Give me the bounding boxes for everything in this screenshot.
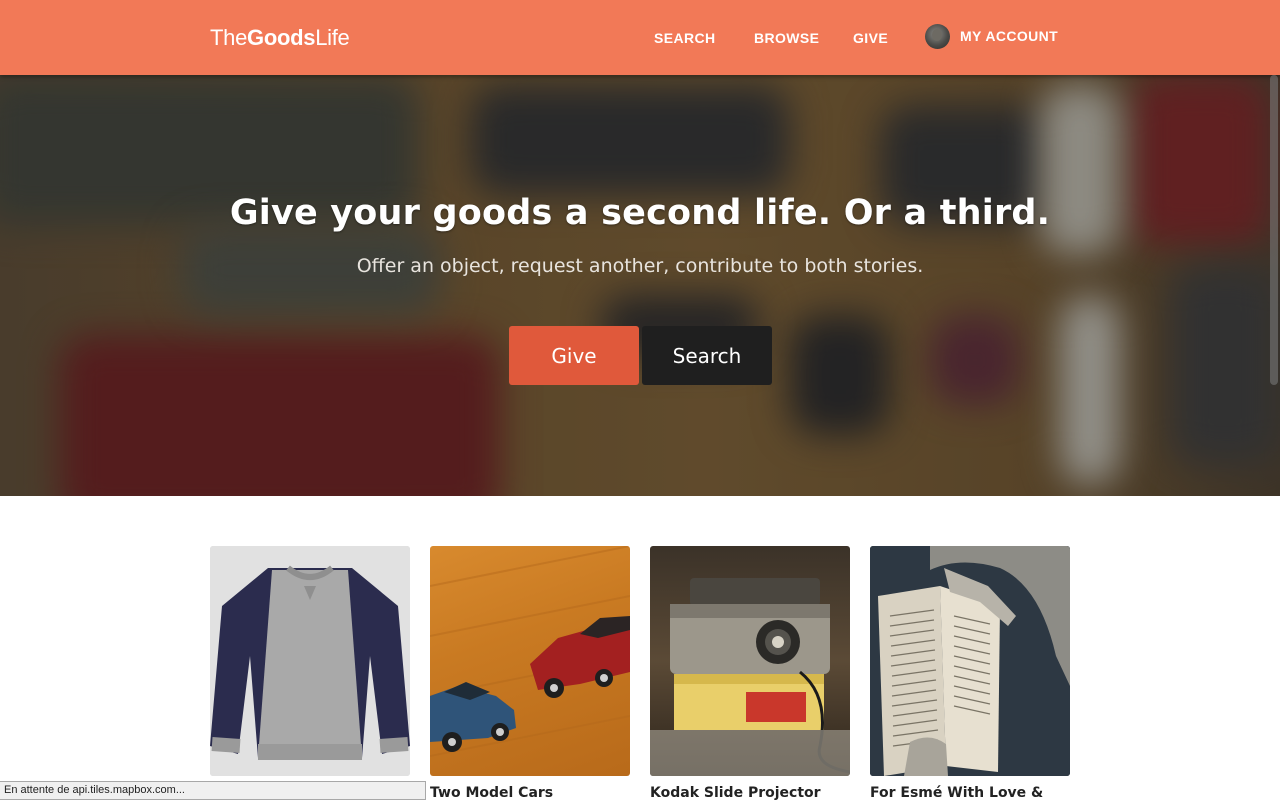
- nav-give-link[interactable]: GIVE: [853, 30, 888, 46]
- item-card-book[interactable]: For Esmé With Love &: [870, 546, 1070, 800]
- item-card-sweater[interactable]: [210, 546, 410, 785]
- nav-my-account-link[interactable]: MY ACCOUNT: [925, 24, 1058, 49]
- search-button[interactable]: Search: [642, 326, 772, 385]
- item-card-title: For Esmé With Love &: [870, 785, 1044, 800]
- avatar: [925, 24, 950, 49]
- item-card-title: Two Model Cars: [430, 785, 554, 800]
- hero-banner: Give your goods a second life. Or a thir…: [0, 75, 1280, 496]
- logo-goods: Goods: [247, 25, 316, 50]
- logo-life: Life: [315, 25, 350, 50]
- item-image-slide-projector: [650, 546, 850, 776]
- page-scrollbar[interactable]: [1270, 75, 1278, 385]
- item-card-model-cars[interactable]: Two Model Cars: [430, 546, 630, 800]
- item-image-book: [870, 546, 1070, 776]
- logo-the: The: [210, 25, 248, 50]
- item-card-title: Kodak Slide Projector: [650, 785, 821, 800]
- featured-items-grid: Two Model Cars Kodak Slide Projector For…: [0, 546, 1280, 800]
- hero-overlay: [0, 75, 1280, 496]
- item-image-sweater: [210, 546, 410, 776]
- hero-title: Give your goods a second life. Or a thir…: [229, 193, 1051, 233]
- top-navigation-bar: TheGoodsLife SEARCH BROWSE GIVE MY ACCOU…: [0, 0, 1280, 75]
- item-card-slide-projector[interactable]: Kodak Slide Projector: [650, 546, 850, 800]
- give-button[interactable]: Give: [509, 326, 639, 385]
- browser-status-bar: En attente de api.tiles.mapbox.com...: [0, 781, 426, 800]
- hero-subtitle: Offer an object, request another, contri…: [356, 255, 924, 277]
- nav-search-link[interactable]: SEARCH: [654, 30, 716, 46]
- site-logo[interactable]: TheGoodsLife: [210, 25, 350, 51]
- nav-browse-link[interactable]: BROWSE: [754, 30, 819, 46]
- my-account-label: MY ACCOUNT: [960, 28, 1059, 44]
- item-image-model-cars: [430, 546, 630, 776]
